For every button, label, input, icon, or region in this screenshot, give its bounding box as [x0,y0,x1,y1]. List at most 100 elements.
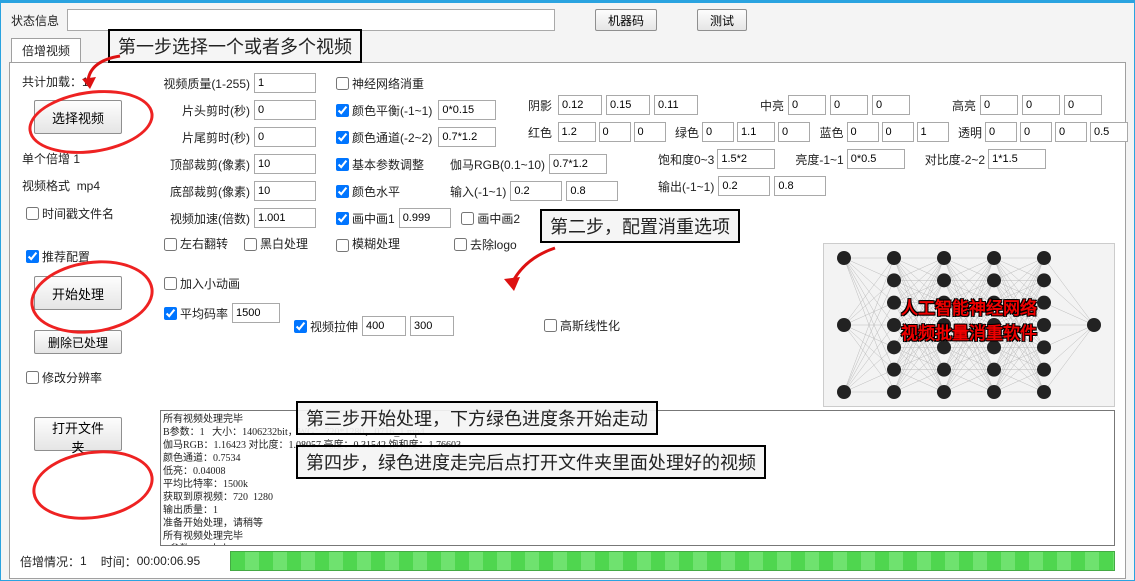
anim-checkbox[interactable] [164,277,177,290]
basic-checkbox[interactable] [336,158,349,171]
sat-input[interactable] [717,149,775,169]
shadow-label: 阴影 [528,97,558,114]
color-channel-input[interactable] [438,127,496,147]
bright-input[interactable] [847,149,905,169]
midtone-2[interactable] [830,95,868,115]
alpha-3[interactable] [1055,122,1087,142]
pip2-label: 画中画2 [477,210,520,227]
color-channel-checkbox[interactable] [336,131,349,144]
recommend-label: 推荐配置 [42,248,90,265]
gauss-label: 高斯线性化 [560,317,620,334]
blue-3[interactable] [917,122,949,142]
anim-label: 加入小动画 [180,275,240,292]
accel-input[interactable] [254,208,316,228]
blue-2[interactable] [882,122,914,142]
red-3[interactable] [634,122,666,142]
green-label: 绿色 [666,124,702,141]
color-channel-label: 颜色通道(-2~2) [352,129,432,146]
nn-text-1: 人工智能神经网络 [824,294,1114,319]
alpha-1[interactable] [985,122,1017,142]
bottom-status-value: 1 [80,554,87,568]
shadow-1[interactable] [558,95,602,115]
red-2[interactable] [599,122,631,142]
quality-input[interactable] [254,73,316,93]
loaded-value: 1 [82,75,89,89]
alpha-2[interactable] [1020,122,1052,142]
tail-trim-input[interactable] [254,127,316,147]
contrast-label: 对比度-2~2 [925,151,985,168]
stretch-w-input[interactable] [362,316,406,336]
tail-trim-label: 片尾剪时(秒) [160,129,254,146]
select-video-button[interactable]: 选择视频 [34,100,122,134]
midtone-1[interactable] [788,95,826,115]
green-1[interactable] [702,122,734,142]
blur-checkbox[interactable] [336,239,349,252]
nn-checkbox[interactable] [336,77,349,90]
highlight-2[interactable] [1022,95,1060,115]
fliph-checkbox[interactable] [164,238,177,251]
alpha-label: 透明 [949,124,985,141]
recommend-checkbox[interactable] [26,250,39,263]
out-label: 输出(-1~1) [658,178,714,195]
pip2-checkbox[interactable] [461,212,474,225]
bright-label: 亮度-1~1 [795,151,843,168]
fliph-label: 左右翻转 [180,237,228,251]
timestamp-label: 时间戳文件名 [42,205,114,222]
blue-1[interactable] [847,122,879,142]
shadow-2[interactable] [606,95,650,115]
bitrate-checkbox[interactable] [164,307,177,320]
bot-crop-input[interactable] [254,181,316,201]
delete-processed-button[interactable]: 删除已处理 [34,330,122,354]
out-input2[interactable] [774,176,826,196]
out-input1[interactable] [718,176,770,196]
sat-label: 饱和度0~3 [658,151,714,168]
color-balance-checkbox[interactable] [336,104,349,117]
status-input[interactable] [67,9,555,31]
bottom-time-label: 时间： [101,553,137,570]
machine-code-button[interactable]: 机器码 [595,9,657,31]
level-label: 颜色水平 [352,183,400,200]
blue-label: 蓝色 [810,124,846,141]
bw-label: 黑白处理 [260,237,308,251]
rmlogo-label: 去除logo [470,236,517,253]
red-1[interactable] [558,122,596,142]
rmlogo-checkbox[interactable] [454,238,467,251]
stretch-checkbox[interactable] [294,320,307,333]
alpha-4[interactable] [1090,122,1128,142]
shadow-3[interactable] [654,95,698,115]
highlight-1[interactable] [980,95,1018,115]
bw-checkbox[interactable] [244,238,257,251]
open-folder-button[interactable]: 打开文件夹 [34,417,122,451]
midtone-label: 中亮 [698,97,788,114]
pip1-checkbox[interactable] [336,212,349,225]
start-button[interactable]: 开始处理 [34,276,122,310]
green-3[interactable] [778,122,810,142]
head-trim-input[interactable] [254,100,316,120]
single-value: 1 [73,152,80,166]
color-balance-label: 颜色平衡(-1~1) [352,102,432,119]
basic-label: 基本参数调整 [352,156,424,173]
bot-crop-label: 底部裁剪(像素) [160,183,254,200]
single-label: 单个倍增 [22,150,70,167]
bottom-status-label: 倍增情况： [20,553,80,570]
status-label: 状态信息 [11,12,59,29]
tab-multiply[interactable]: 倍增视频 [11,38,81,63]
progress-bar [230,551,1115,571]
highlight-3[interactable] [1064,95,1102,115]
contrast-input[interactable] [988,149,1046,169]
midtone-3[interactable] [872,95,910,115]
bitrate-label: 平均码率 [180,305,228,322]
color-balance-input[interactable] [438,100,496,120]
bitrate-input[interactable] [232,303,280,323]
test-button[interactable]: 测试 [697,9,747,31]
modify-res-checkbox[interactable] [26,371,39,384]
level-checkbox[interactable] [336,185,349,198]
timestamp-checkbox[interactable] [26,207,39,220]
pip1-input[interactable] [399,208,451,228]
stretch-h-input[interactable] [410,316,454,336]
gauss-checkbox[interactable] [544,319,557,332]
green-2[interactable] [737,122,775,142]
top-crop-label: 顶部裁剪(像素) [160,156,254,173]
stretch-label: 视频拉伸 [310,318,358,335]
top-crop-input[interactable] [254,154,316,174]
